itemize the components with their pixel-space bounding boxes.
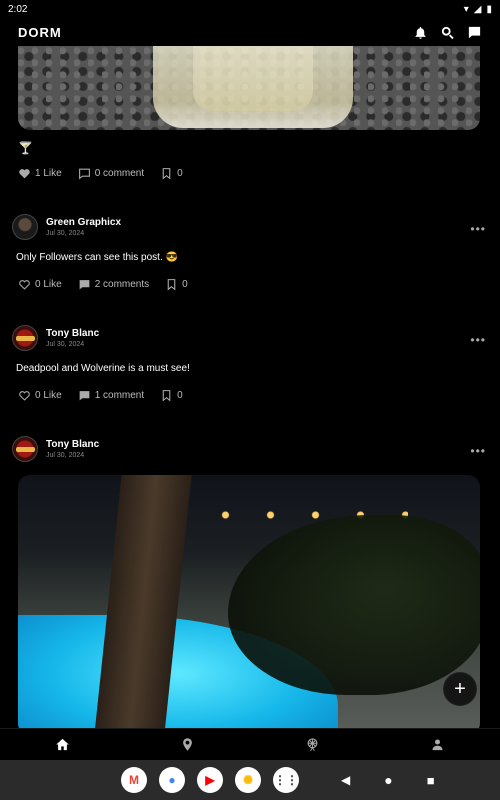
post-actions: 0 Like 2 comments 0 bbox=[18, 278, 188, 291]
comment-icon bbox=[79, 280, 90, 290]
bookmark-icon bbox=[167, 279, 176, 291]
gmail-app-icon[interactable]: M bbox=[121, 767, 147, 793]
post-author[interactable]: Green Graphicx bbox=[46, 217, 121, 228]
feed[interactable]: 🍸 1 Like 0 comment 0 Green Graphicx Jul … bbox=[0, 46, 500, 728]
photos-app-icon[interactable]: ✺ bbox=[235, 767, 261, 793]
status-bar: 2:02 ▾ ◢ ▮ bbox=[0, 0, 500, 18]
app-header: DORM bbox=[0, 18, 500, 46]
comment-button[interactable]: 1 comment bbox=[78, 389, 144, 402]
bookmark-button[interactable]: 0 bbox=[160, 389, 183, 402]
like-button[interactable]: 1 Like bbox=[18, 167, 62, 180]
youtube-app-icon[interactable]: ▶ bbox=[197, 767, 223, 793]
post-text: Only Followers can see this post. 😎 bbox=[16, 252, 178, 263]
recents-icon[interactable]: ■ bbox=[427, 773, 435, 788]
status-icons: ▾ ◢ ▮ bbox=[464, 4, 492, 15]
battery-icon: ▮ bbox=[486, 3, 492, 15]
like-count: 1 Like bbox=[35, 168, 62, 179]
post-header[interactable]: Tony Blanc Jul 30, 2024 bbox=[12, 436, 99, 462]
post-actions: 1 Like 0 comment 0 bbox=[18, 167, 183, 180]
post-text: 🍸 bbox=[18, 141, 33, 155]
post-header[interactable]: Tony Blanc Jul 30, 2024 bbox=[12, 325, 99, 351]
bookmark-icon bbox=[162, 168, 171, 180]
ferris-wheel-icon[interactable] bbox=[305, 737, 320, 752]
status-time: 2:02 bbox=[8, 3, 28, 15]
post-author[interactable]: Tony Blanc bbox=[46, 328, 99, 339]
post-author[interactable]: Tony Blanc bbox=[46, 439, 99, 450]
apps-app-icon[interactable]: ⋮⋮ bbox=[273, 767, 299, 793]
system-navigation-bar: M ● ▶ ✺ ⋮⋮ ◀ ● ■ bbox=[0, 760, 500, 800]
post-actions: 0 Like 1 comment 0 bbox=[18, 389, 183, 402]
comment-count: 1 comment bbox=[94, 390, 145, 401]
search-icon[interactable] bbox=[440, 25, 455, 40]
more-options-icon[interactable]: ••• bbox=[470, 444, 486, 458]
post-date: Jul 30, 2024 bbox=[46, 341, 85, 348]
heart-outline-icon bbox=[19, 391, 30, 401]
bookmark-button[interactable]: 0 bbox=[165, 278, 188, 291]
home-icon[interactable] bbox=[55, 737, 70, 752]
app-logo[interactable]: DORM bbox=[18, 25, 62, 40]
chat-icon[interactable] bbox=[467, 25, 482, 40]
like-count: 0 Like bbox=[35, 279, 62, 290]
avatar[interactable] bbox=[12, 436, 38, 462]
avatar[interactable] bbox=[12, 325, 38, 351]
chrome-app-icon[interactable]: ● bbox=[159, 767, 185, 793]
bell-icon[interactable] bbox=[413, 25, 428, 40]
like-button[interactable]: 0 Like bbox=[18, 278, 62, 291]
create-post-button[interactable]: + bbox=[443, 672, 477, 706]
post-image[interactable] bbox=[18, 46, 480, 130]
bottom-nav bbox=[0, 728, 500, 760]
comment-button[interactable]: 2 comments bbox=[78, 278, 149, 291]
comment-button[interactable]: 0 comment bbox=[78, 167, 144, 180]
post-date: Jul 30, 2024 bbox=[46, 452, 85, 459]
home-button-icon[interactable]: ● bbox=[384, 772, 392, 788]
bookmark-count: 0 bbox=[177, 168, 183, 179]
heart-outline-icon bbox=[19, 280, 30, 290]
bookmark-count: 0 bbox=[182, 279, 188, 290]
more-options-icon[interactable]: ••• bbox=[470, 222, 486, 236]
post-date: Jul 30, 2024 bbox=[46, 230, 85, 237]
comment-count: 2 comments bbox=[94, 279, 150, 290]
post-header[interactable]: Green Graphicx Jul 30, 2024 bbox=[12, 214, 121, 240]
bookmark-icon bbox=[162, 390, 171, 402]
like-count: 0 Like bbox=[35, 390, 62, 401]
wifi-icon: ▾ bbox=[463, 3, 469, 15]
more-options-icon[interactable]: ••• bbox=[470, 333, 486, 347]
post-text: Deadpool and Wolverine is a must see! bbox=[16, 363, 190, 374]
location-pin-icon[interactable] bbox=[180, 737, 195, 752]
bookmark-button[interactable]: 0 bbox=[160, 167, 183, 180]
profile-icon[interactable] bbox=[430, 737, 445, 752]
post-image[interactable] bbox=[18, 475, 480, 728]
avatar[interactable] bbox=[12, 214, 38, 240]
comment-count: 0 comment bbox=[94, 168, 145, 179]
comment-icon bbox=[79, 391, 90, 401]
heart-filled-icon bbox=[19, 169, 30, 179]
like-button[interactable]: 0 Like bbox=[18, 389, 62, 402]
app-dock: M ● ▶ ✺ ⋮⋮ bbox=[121, 767, 299, 793]
back-icon[interactable]: ◀ bbox=[341, 773, 350, 787]
bookmark-count: 0 bbox=[177, 390, 183, 401]
signal-icon: ◢ bbox=[473, 3, 482, 15]
comment-icon bbox=[78, 168, 90, 180]
